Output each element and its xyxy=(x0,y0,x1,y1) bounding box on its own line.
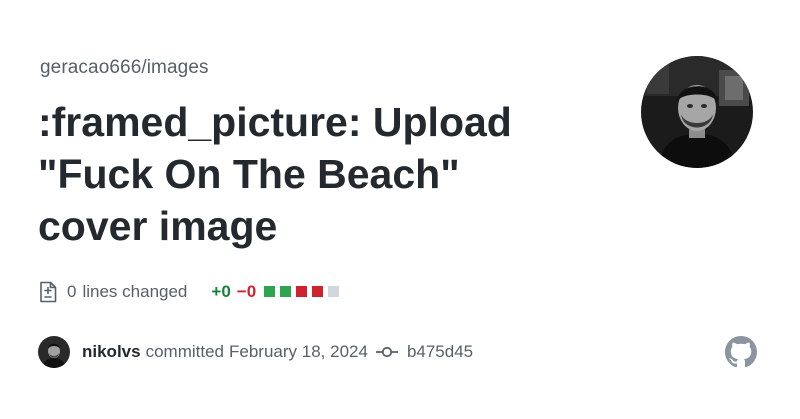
commit-social-card: geracao666/images :framed_picture: Uploa… xyxy=(0,0,800,419)
commit-verb: committed xyxy=(145,342,225,361)
commit-meta: nikolvs committed February 18, 2024 b475… xyxy=(38,336,473,368)
commit-title: :framed_picture: Upload "Fuck On The Bea… xyxy=(38,96,598,252)
author-avatar-large[interactable] xyxy=(641,56,753,168)
deletions-count: −0 xyxy=(236,282,257,301)
lines-changed-count: 0 xyxy=(67,282,77,301)
commit-title-line: cover image xyxy=(38,203,278,249)
diff-stats: 0 lines changed +0 −0 xyxy=(38,280,344,304)
avatar-photo xyxy=(38,336,70,368)
github-mark-icon[interactable] xyxy=(725,336,757,368)
commit-sha[interactable]: b475d45 xyxy=(407,342,473,362)
diff-stat-box xyxy=(280,286,292,297)
commit-title-line: "Fuck On The Beach" xyxy=(38,151,460,197)
diff-stat-bar xyxy=(264,282,344,302)
additions-count: +0 xyxy=(211,282,231,301)
diff-stat-box xyxy=(312,286,324,297)
diff-stat-box xyxy=(328,286,340,297)
lines-changed-label: lines changed xyxy=(82,282,188,301)
commit-title-line: :framed_picture: Upload xyxy=(38,99,512,145)
author-avatar-small[interactable] xyxy=(38,336,70,368)
diff-stat-box xyxy=(296,286,308,297)
repo-name[interactable]: geracao666/images xyxy=(40,57,209,79)
commit-date: February 18, 2024 xyxy=(229,342,368,361)
git-commit-icon xyxy=(375,346,398,358)
author-name[interactable]: nikolvs xyxy=(82,342,141,362)
file-diff-icon xyxy=(40,281,57,303)
avatar-photo xyxy=(641,56,753,168)
diff-stat-box xyxy=(264,286,276,297)
